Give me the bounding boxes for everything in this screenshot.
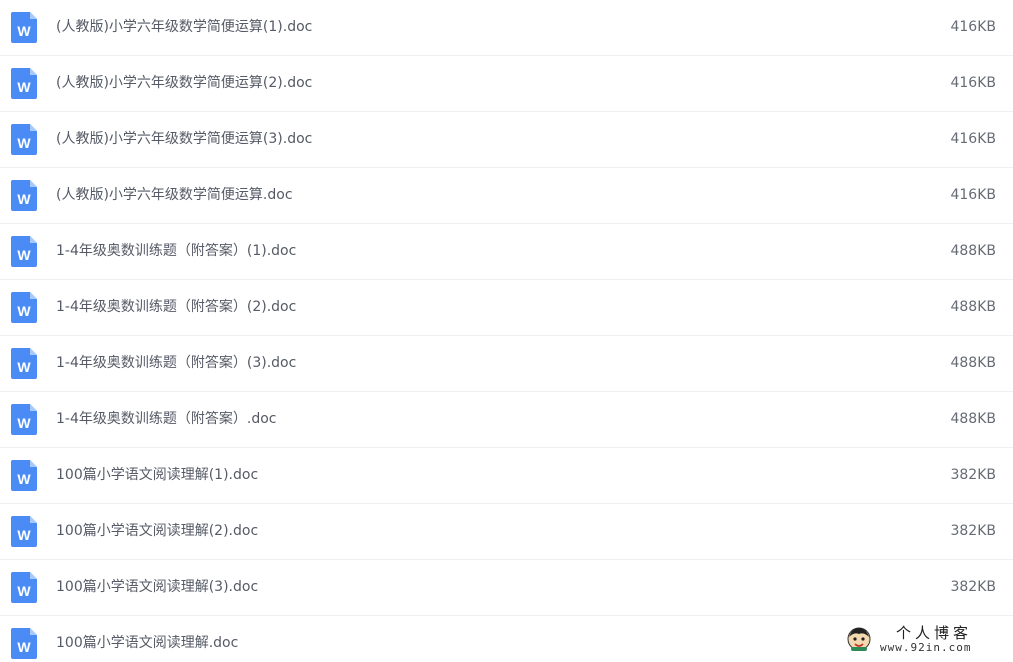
word-doc-icon: W xyxy=(11,348,37,379)
file-row[interactable]: W (人教版)小学六年级数学简便运算.doc 416KB xyxy=(0,168,1013,224)
word-doc-icon: W xyxy=(11,460,37,491)
svg-text:W: W xyxy=(17,583,31,599)
file-row[interactable]: W 1-4年级奥数训练题（附答案）.doc 488KB xyxy=(0,392,1013,448)
file-name[interactable]: (人教版)小学六年级数学简便运算(3).doc xyxy=(56,112,312,166)
file-row[interactable]: W 1-4年级奥数训练题（附答案）(1).doc 488KB xyxy=(0,224,1013,280)
svg-text:W: W xyxy=(17,303,31,319)
file-row[interactable]: W (人教版)小学六年级数学简便运算(2).doc 416KB xyxy=(0,56,1013,112)
svg-text:W: W xyxy=(17,527,31,543)
file-name[interactable]: 100篇小学语文阅读理解.doc xyxy=(56,616,238,662)
word-doc-icon: W xyxy=(11,236,37,267)
file-name[interactable]: 100篇小学语文阅读理解(2).doc xyxy=(56,504,258,558)
svg-text:W: W xyxy=(17,415,31,431)
file-list: W (人教版)小学六年级数学简便运算(1).doc 416KB W (人教版)小… xyxy=(0,0,1013,662)
file-name[interactable]: 1-4年级奥数训练题（附答案）(1).doc xyxy=(56,224,296,278)
word-doc-icon: W xyxy=(11,68,37,99)
file-name[interactable]: 1-4年级奥数训练题（附答案）(3).doc xyxy=(56,336,296,390)
file-name[interactable]: 100篇小学语文阅读理解(1).doc xyxy=(56,448,258,502)
watermark-face-icon xyxy=(846,626,872,652)
word-doc-icon: W xyxy=(11,404,37,435)
svg-text:W: W xyxy=(17,191,31,207)
file-size: 488KB xyxy=(950,411,996,427)
svg-text:W: W xyxy=(17,471,31,487)
svg-text:W: W xyxy=(17,23,31,39)
file-size: 382KB xyxy=(950,579,996,595)
file-size: 382KB xyxy=(950,523,996,539)
file-size: 416KB xyxy=(950,187,996,203)
file-name[interactable]: (人教版)小学六年级数学简便运算(2).doc xyxy=(56,56,312,110)
file-row[interactable]: W (人教版)小学六年级数学简便运算(3).doc 416KB xyxy=(0,112,1013,168)
file-row[interactable]: W 1-4年级奥数训练题（附答案）(3).doc 488KB xyxy=(0,336,1013,392)
file-size: 488KB xyxy=(950,243,996,259)
word-doc-icon: W xyxy=(11,628,37,659)
file-size: 488KB xyxy=(950,355,996,371)
word-doc-icon: W xyxy=(11,180,37,211)
word-doc-icon: W xyxy=(11,12,37,43)
svg-text:W: W xyxy=(17,639,31,655)
file-name[interactable]: 1-4年级奥数训练题（附答案）(2).doc xyxy=(56,280,296,334)
file-name[interactable]: 1-4年级奥数训练题（附答案）.doc xyxy=(56,392,276,446)
file-size: 382KB xyxy=(950,467,996,483)
file-size: 488KB xyxy=(950,299,996,315)
word-doc-icon: W xyxy=(11,124,37,155)
file-row[interactable]: W 1-4年级奥数训练题（附答案）(2).doc 488KB xyxy=(0,280,1013,336)
file-row[interactable]: W 100篇小学语文阅读理解(2).doc 382KB xyxy=(0,504,1013,560)
svg-text:W: W xyxy=(17,247,31,263)
file-name[interactable]: 100篇小学语文阅读理解(3).doc xyxy=(56,560,258,614)
file-size: 416KB xyxy=(950,19,996,35)
watermark: 个人博客 www.92in.com xyxy=(844,622,1004,658)
file-row[interactable]: W 100篇小学语文阅读理解(3).doc 382KB xyxy=(0,560,1013,616)
file-name[interactable]: (人教版)小学六年级数学简便运算.doc xyxy=(56,168,293,222)
watermark-url: www.92in.com xyxy=(880,641,972,654)
watermark-title: 个人博客 xyxy=(896,624,973,642)
svg-text:W: W xyxy=(17,359,31,375)
file-size: 416KB xyxy=(950,131,996,147)
word-doc-icon: W xyxy=(11,516,37,547)
file-size: 416KB xyxy=(950,75,996,91)
word-doc-icon: W xyxy=(11,572,37,603)
svg-text:W: W xyxy=(17,79,31,95)
svg-text:W: W xyxy=(17,135,31,151)
file-name[interactable]: (人教版)小学六年级数学简便运算(1).doc xyxy=(56,0,312,54)
word-doc-icon: W xyxy=(11,292,37,323)
file-row[interactable]: W 100篇小学语文阅读理解(1).doc 382KB xyxy=(0,448,1013,504)
file-row[interactable]: W (人教版)小学六年级数学简便运算(1).doc 416KB xyxy=(0,0,1013,56)
